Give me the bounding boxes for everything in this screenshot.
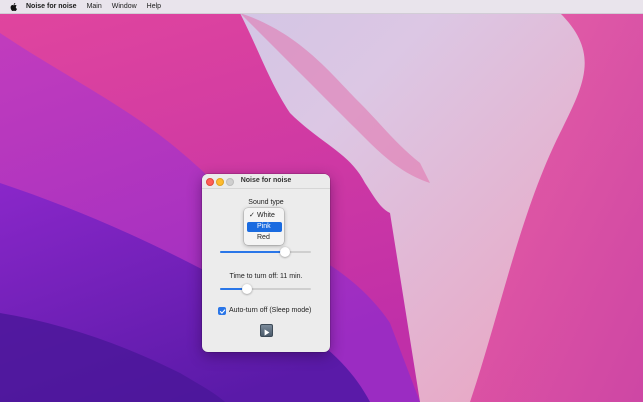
sound-option-label: White xyxy=(257,212,275,219)
timer-slider[interactable] xyxy=(220,284,311,294)
window-title: Noise for noise xyxy=(240,177,292,184)
menu-help[interactable]: Help xyxy=(147,0,161,13)
auto-turn-off-checkbox[interactable] xyxy=(218,307,226,315)
menu-app-name[interactable]: Noise for noise xyxy=(26,0,77,13)
timer-label: Time to turn off: 11 min. xyxy=(229,273,303,280)
volume-slider-knob[interactable] xyxy=(280,247,290,257)
sound-type-dropdown[interactable]: ✓ White Pink Red xyxy=(244,208,284,245)
sound-option-label: Pink xyxy=(257,223,271,230)
sound-option-pink[interactable]: Pink xyxy=(247,222,282,232)
auto-turn-off-label: Auto-turn off (Sleep mode) xyxy=(229,307,312,314)
sound-option-white[interactable]: ✓ White xyxy=(247,211,282,221)
play-button[interactable] xyxy=(260,324,273,337)
window-titlebar[interactable]: Noise for noise xyxy=(202,174,330,189)
menu-window[interactable]: Window xyxy=(112,0,137,13)
timer-slider-knob[interactable] xyxy=(242,284,252,294)
checkmark-icon xyxy=(219,308,225,314)
volume-slider[interactable] xyxy=(220,247,311,257)
menu-bar: Noise for noise Main Window Help xyxy=(0,0,643,14)
sound-type-label: Sound type xyxy=(248,199,284,206)
apple-logo-icon[interactable] xyxy=(10,2,17,11)
play-icon xyxy=(264,329,270,336)
checkmark-icon: ✓ xyxy=(249,212,255,219)
menu-main[interactable]: Main xyxy=(87,0,102,13)
sound-option-label: Red xyxy=(257,234,270,241)
volume-slider-fill xyxy=(220,251,285,253)
sound-option-red[interactable]: Red xyxy=(247,233,282,243)
